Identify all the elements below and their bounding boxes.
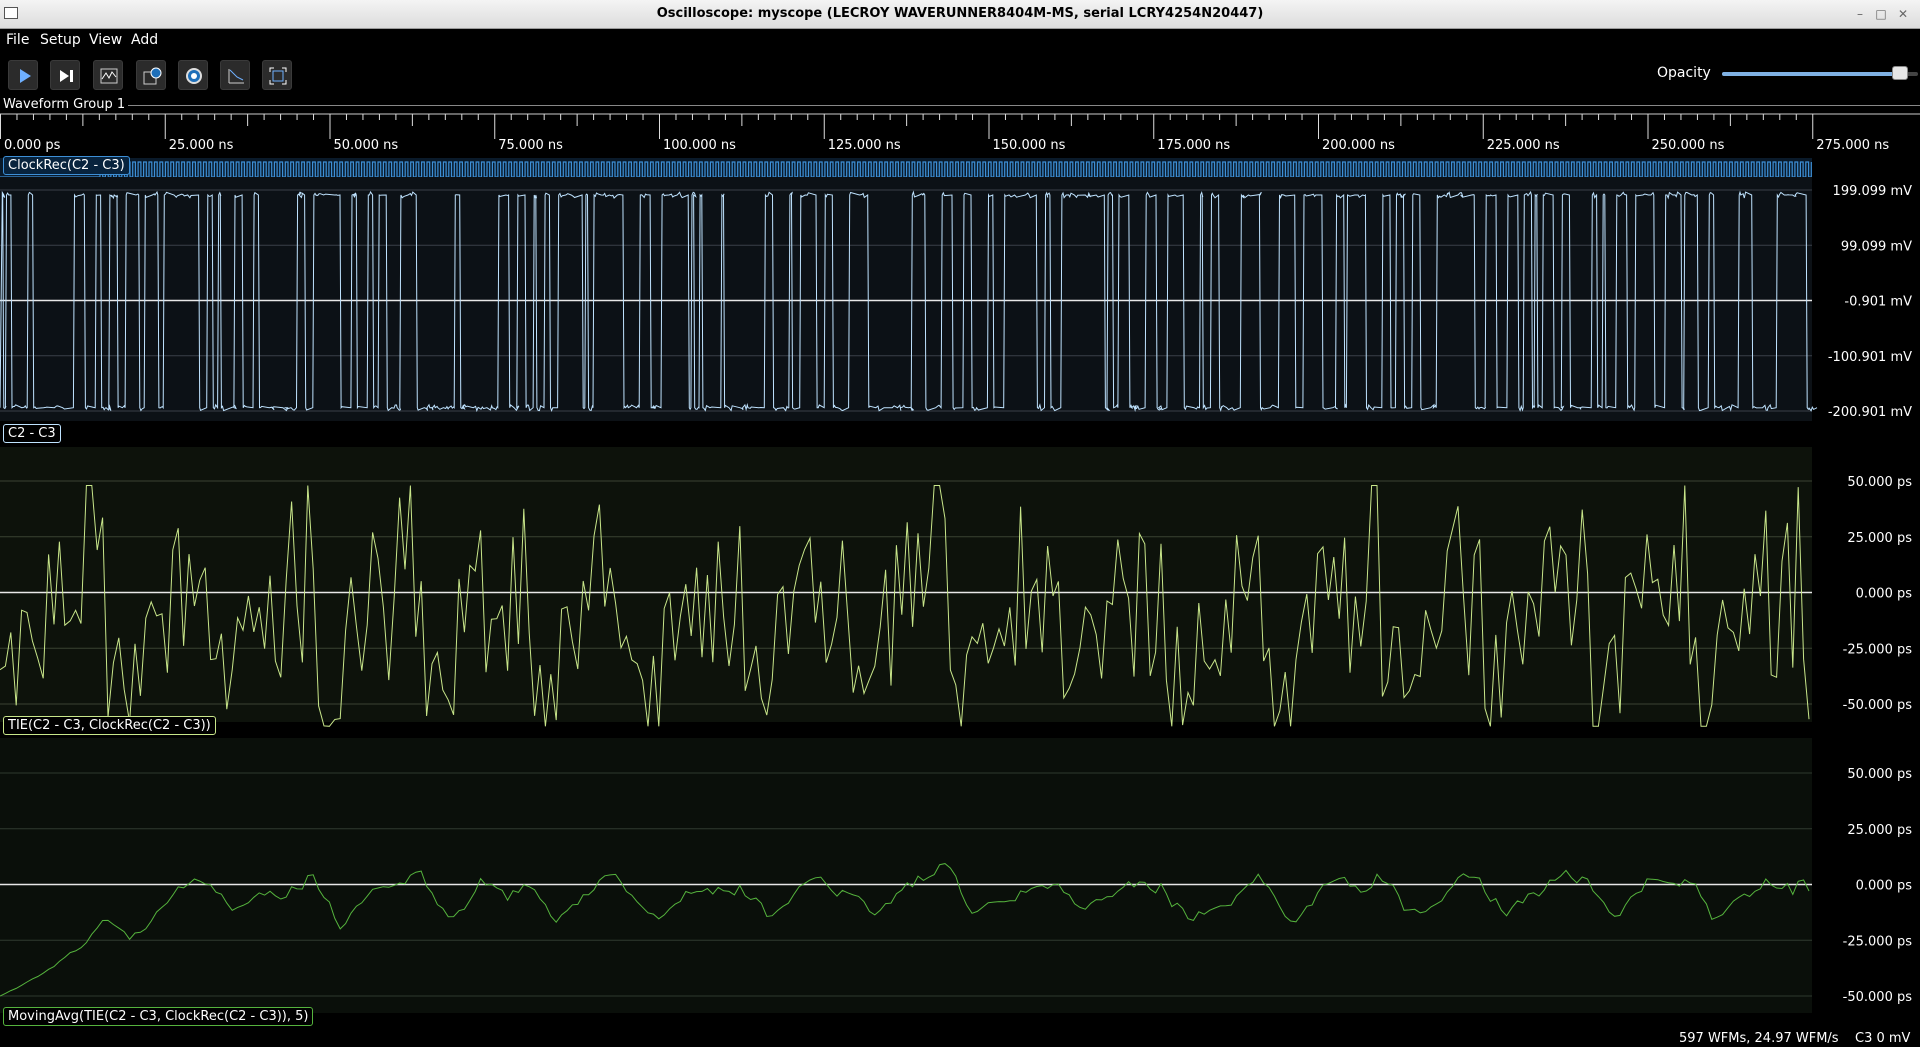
timeline-label: 25.000 ns	[169, 138, 234, 153]
timeline-label: 175.000 ns	[1157, 138, 1230, 153]
menu-setup[interactable]: Setup	[40, 32, 81, 48]
maximize-icon[interactable]: □	[1873, 6, 1889, 22]
timeline-label: 250.000 ns	[1652, 138, 1725, 153]
menu-file[interactable]: File	[6, 32, 29, 48]
play-icon	[20, 69, 31, 83]
waveform-button[interactable]	[93, 60, 123, 90]
start-trigger-button[interactable]	[8, 60, 38, 90]
fullscreen-button[interactable]	[262, 60, 292, 90]
waveform-label-clockrec[interactable]: ClockRec(C2 - C3)	[3, 156, 130, 175]
minimize-icon[interactable]: –	[1852, 6, 1868, 22]
menu-add[interactable]: Add	[131, 32, 158, 48]
waveform-area[interactable]: 199.099 mV 99.099 mV -0.901 mV -100.901 mV -…	[0, 153, 1920, 1028]
window-titlebar: Oscilloscope: myscope (LECROY WAVERUNNER…	[0, 0, 1920, 29]
tie-axis-label: 0.000 ps	[1856, 587, 1913, 602]
measure-button[interactable]	[220, 60, 250, 90]
menu-bar: File Setup View Add	[0, 29, 1920, 51]
waveform-label-tie[interactable]: TIE(C2 - C3, ClockRec(C2 - C3))	[3, 716, 216, 735]
signal-axis-label: -200.901 mV	[1828, 405, 1912, 420]
timeline-label: 0.000 ps	[4, 138, 61, 153]
timeline-label: 75.000 ns	[498, 138, 563, 153]
channel-status: C3 0 mV	[1855, 1031, 1911, 1046]
movavg-axis-label: -50.000 ps	[1843, 990, 1913, 1005]
tie-axis-label: 50.000 ps	[1847, 475, 1912, 490]
tie-axis-label: -25.000 ps	[1843, 642, 1913, 657]
measure-icon	[228, 69, 244, 84]
waveform-icon	[100, 68, 118, 84]
history-icon	[143, 67, 162, 85]
waveform-label-movingavg[interactable]: MovingAvg(TIE(C2 - C3, ClockRec(C2 - C3)…	[3, 1007, 314, 1026]
single-trigger-button[interactable]	[50, 60, 80, 90]
tie-axis-label: -50.000 ps	[1843, 698, 1913, 713]
timeline-ruler[interactable]: 0.000 ps 25.000 ns 50.000 ns 75.000 ns 100.0…	[0, 113, 1920, 153]
waveform-group-title: Waveform Group 1	[3, 97, 129, 112]
acquisition-rate: 597 WFMs, 24.97 WFM/s	[1679, 1031, 1839, 1046]
window-title: Oscilloscope: myscope (LECROY WAVERUNNER…	[656, 6, 1264, 21]
opacity-slider[interactable]	[1722, 66, 1918, 80]
movavg-axis-label: 50.000 ps	[1847, 767, 1912, 782]
movavg-axis-label: 0.000 ps	[1856, 879, 1913, 894]
tie-axis-label: 25.000 ps	[1847, 531, 1912, 546]
step-forward-icon	[60, 70, 73, 82]
close-icon[interactable]: ✕	[1895, 6, 1911, 22]
refresh-icon	[186, 68, 202, 84]
timeline-label: 150.000 ns	[993, 138, 1066, 153]
signal-axis-label: -0.901 mV	[1844, 295, 1912, 310]
waveform-label-c2-c3[interactable]: C2 - C3	[3, 424, 61, 443]
toolbar: Opacity	[0, 51, 1920, 97]
signal-axis-label: 199.099 mV	[1833, 184, 1913, 199]
opacity-label: Opacity	[1657, 65, 1711, 81]
group-divider	[120, 105, 1920, 106]
fullscreen-icon	[269, 67, 287, 85]
status-bar: 597 WFMs, 24.97 WFM/s C3 0 mV	[0, 1028, 1920, 1047]
timeline-label: 125.000 ns	[828, 138, 901, 153]
timeline-label: 275.000 ns	[1816, 138, 1889, 153]
signal-axis-label: 99.099 mV	[1841, 239, 1912, 254]
movavg-axis-label: 25.000 ps	[1847, 823, 1912, 838]
signal-axis-label: -100.901 mV	[1828, 350, 1912, 365]
timeline-label: 225.000 ns	[1487, 138, 1560, 153]
history-button[interactable]	[136, 60, 166, 90]
timeline-label: 200.000 ns	[1322, 138, 1395, 153]
menu-view[interactable]: View	[89, 32, 122, 48]
refresh-button[interactable]	[178, 60, 208, 90]
timeline-label: 100.000 ns	[663, 138, 736, 153]
movavg-axis-label: -25.000 ps	[1843, 934, 1913, 949]
opacity-handle[interactable]	[1892, 66, 1909, 80]
opacity-fill	[1722, 72, 1901, 76]
timeline-label: 50.000 ns	[334, 138, 399, 153]
